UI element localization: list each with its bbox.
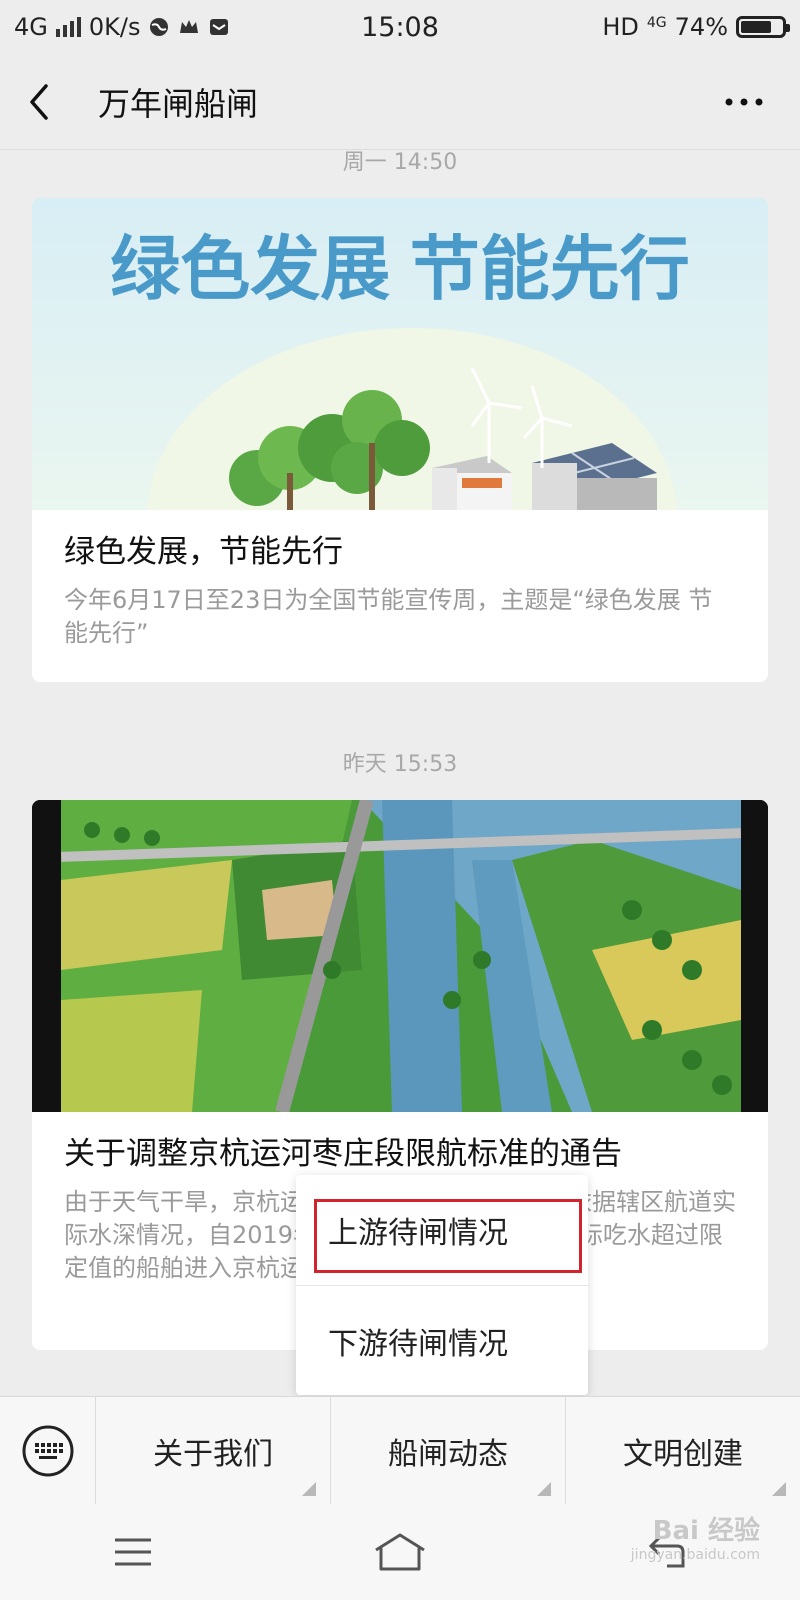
article-card[interactable]: 绿色发展 节能先行 绿色发展，节能先行 今年6月17日至23日为全国节能宣传周，… xyxy=(32,198,768,682)
chevron-left-icon xyxy=(30,83,48,120)
home-icon xyxy=(375,1533,425,1571)
back-button[interactable] xyxy=(26,72,66,132)
system-home-button[interactable] xyxy=(360,1517,440,1587)
article-summary: 今年6月17日至23日为全国节能宣传周，主题是“绿色发展 节能先行” xyxy=(64,586,713,647)
article-title: 绿色发展，节能先行 xyxy=(64,534,343,570)
menu-label: 关于我们 xyxy=(153,1436,273,1472)
globe-icon xyxy=(150,18,169,36)
menu-about-us[interactable]: 关于我们 xyxy=(96,1397,331,1504)
page-title: 万年闸船闸 xyxy=(98,84,259,123)
network-type: 4G xyxy=(14,13,48,41)
watermark-text: Bai 经验 xyxy=(652,1516,760,1546)
menu-label: 船闸动态 xyxy=(388,1436,508,1472)
article-title: 关于调整京杭运河枣庄段限航标准的通告 xyxy=(64,1136,622,1172)
nav-bar: 万年闸船闸 xyxy=(0,54,800,150)
menu-civilization[interactable]: 文明创建 xyxy=(566,1397,800,1504)
article-cover-image[interactable]: 绿色发展 节能先行 xyxy=(32,198,768,510)
submenu-indicator-icon xyxy=(537,1482,551,1496)
keyboard-icon xyxy=(22,1425,73,1476)
network-type-right: 4G xyxy=(646,15,667,31)
menu-lock-news[interactable]: 船闸动态 xyxy=(331,1397,566,1504)
submenu-indicator-icon xyxy=(302,1482,316,1496)
battery-fill xyxy=(741,21,771,33)
article-cover-image[interactable] xyxy=(32,800,768,1112)
status-right: HD 4G 74% xyxy=(602,13,790,41)
bottom-menu: 关于我们 船闸动态 文明创建 xyxy=(0,1396,800,1504)
ship-lock-aerial-image xyxy=(32,800,768,1112)
hd-indicator: HD xyxy=(602,13,639,41)
battery-percent: 74% xyxy=(674,13,728,41)
status-left: 4G 0K/s xyxy=(14,13,230,41)
green-energy-illustration: 绿色发展 节能先行 xyxy=(32,198,768,510)
menu-icon xyxy=(115,1538,152,1566)
submenu-item-upstream[interactable]: 上游待闸情况 xyxy=(296,1175,588,1285)
system-menu-button[interactable] xyxy=(93,1517,173,1587)
watermark-logo: Bai 经验 jingyan.baidu.com xyxy=(631,1510,760,1563)
battery-icon xyxy=(736,16,790,38)
crown-icon xyxy=(180,20,199,33)
card-body: 绿色发展，节能先行 今年6月17日至23日为全国节能宣传周，主题是“绿色发展 节… xyxy=(32,510,768,676)
menu-label: 文明创建 xyxy=(623,1436,743,1472)
message-timestamp: 周一 14:50 xyxy=(342,150,458,175)
more-button[interactable] xyxy=(714,72,774,132)
watermark-url: jingyan.baidu.com xyxy=(630,1547,760,1563)
keyboard-toggle-button[interactable] xyxy=(0,1397,96,1504)
network-speed: 0K/s xyxy=(88,13,141,41)
submenu-popup: 上游待闸情况 下游待闸情况 xyxy=(296,1175,588,1395)
submenu-item-downstream[interactable]: 下游待闸情况 xyxy=(296,1285,588,1395)
message-timestamp: 昨天 15:53 xyxy=(342,752,458,777)
mail-icon xyxy=(210,19,229,35)
signal-icon xyxy=(55,17,81,37)
status-bar: 4G 0K/s 15:08 HD 4G 74% xyxy=(0,0,800,54)
submenu-indicator-icon xyxy=(772,1482,786,1496)
more-dots-icon xyxy=(725,98,763,105)
banner-text: 绿色发展 节能先行 xyxy=(110,230,689,308)
